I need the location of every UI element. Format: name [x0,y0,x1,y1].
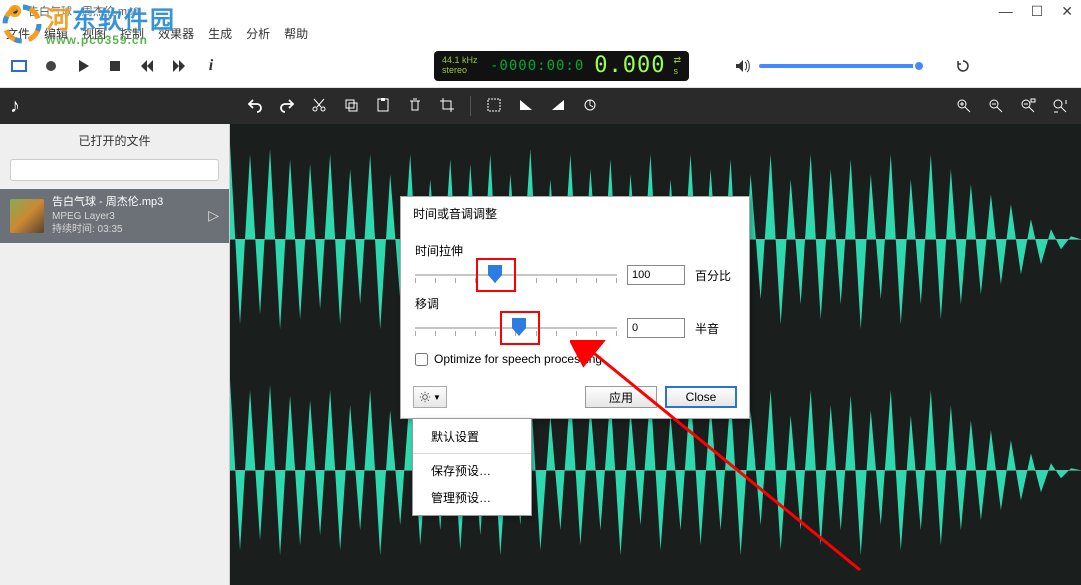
time-stretch-slider[interactable] [415,274,617,276]
record-icon[interactable] [42,57,60,75]
track-thumbnail [10,199,44,233]
track-item[interactable]: 告白气球 - 周杰伦.mp3 MPEG Layer3 持续时间: 03:35 ▷ [0,189,229,243]
menu-bar: 文件 编辑 视图 控制 效果器 生成 分析 帮助 [0,22,1081,44]
sidebar-header: 已打开的文件 [0,124,229,155]
fade-in-icon[interactable] [517,96,535,114]
cut-icon[interactable] [310,96,328,114]
menu-view[interactable]: 视图 [82,25,106,42]
minimize-button[interactable]: — [999,3,1013,20]
time-unit-icon: ⇄s [674,55,682,76]
window-controls: — ☐ ✕ [999,3,1073,20]
optimize-checkbox[interactable] [415,353,428,366]
note-icon: ♪ [10,95,20,118]
title-bar: 告白气球 - 周杰伦.mp3 — ☐ ✕ [0,0,1081,22]
redo-icon[interactable] [278,96,296,114]
stop-icon[interactable] [106,57,124,75]
time-stretch-unit: 百分比 [695,267,735,284]
zoom-out-icon[interactable] [987,97,1005,115]
time-stretch-label: 时间拉伸 [415,242,735,259]
zoom-fit-icon[interactable] [1019,97,1037,115]
zoom-in-icon[interactable] [955,97,973,115]
maximize-button[interactable]: ☐ [1031,3,1044,20]
pitch-label: 移调 [415,295,735,312]
close-window-button[interactable]: ✕ [1061,3,1073,20]
track-info: 告白气球 - 周杰伦.mp3 MPEG Layer3 持续时间: 03:35 [52,195,163,237]
menu-effects[interactable]: 效果器 [158,25,194,42]
time-pitch-dialog: 时间或音调调整 时间拉伸 百分比 移调 半音 [400,196,750,419]
menu-generate[interactable]: 生成 [208,25,232,42]
track-title: 告白气球 - 周杰伦.mp3 [52,195,163,210]
info-icon[interactable]: i [202,57,220,75]
menu-edit[interactable]: 编辑 [44,25,68,42]
menu-file[interactable]: 文件 [6,25,30,42]
select-all-icon[interactable] [485,96,503,114]
close-button[interactable]: Close [665,386,737,408]
normalize-icon[interactable] [581,96,599,114]
menu-control[interactable]: 控制 [120,25,144,42]
zoom-sel-icon[interactable] [1051,97,1069,115]
speaker-icon[interactable] [733,57,751,75]
loop-icon[interactable] [10,57,28,75]
pitch-slider[interactable] [415,327,617,329]
time-stretch-input[interactable] [627,265,685,285]
copy-icon[interactable] [342,96,360,114]
menu-analyze[interactable]: 分析 [246,25,270,42]
preset-gear-button[interactable]: ▼ [413,386,447,408]
time-big: 0.000 [594,53,665,78]
pitch-input[interactable] [627,318,685,338]
preset-save[interactable]: 保存预设… [413,457,531,484]
history-icon[interactable] [953,57,973,75]
delete-icon[interactable] [406,96,424,114]
track-duration: 持续时间: 03:35 [52,223,163,237]
time-small: -0000:00:0 [490,58,584,74]
preset-dropdown: 默认设置 保存预设… 管理预设… [412,418,532,516]
play-icon[interactable] [74,57,92,75]
crop-icon[interactable] [438,96,456,114]
search-box[interactable] [10,159,219,181]
fade-out-icon[interactable] [549,96,567,114]
pitch-unit: 半音 [695,320,735,337]
track-codec: MPEG Layer3 [52,210,163,224]
transport-toolbar: i 44.1 kHz stereo -0000:00:0 0.000 ⇄s [0,44,1081,88]
sidebar: 已打开的文件 告白气球 - 周杰伦.mp3 MPEG Layer3 持续时间: … [0,124,230,585]
apply-button[interactable]: 应用 [585,386,657,408]
chevron-down-icon: ▼ [433,393,441,402]
optimize-label: Optimize for speech processing [434,352,602,366]
paste-icon[interactable] [374,96,392,114]
edit-toolbar: ♪ [0,88,1081,124]
channels-label: stereo [442,66,486,76]
menu-help[interactable]: 帮助 [284,25,308,42]
time-display: 44.1 kHz stereo -0000:00:0 0.000 ⇄s [434,51,689,81]
gear-icon [419,391,431,403]
preset-default[interactable]: 默认设置 [413,423,531,450]
dialog-title: 时间或音调调整 [401,197,749,228]
rewind-icon[interactable] [138,57,156,75]
search-input[interactable] [11,160,218,180]
undo-icon[interactable] [246,96,264,114]
separator [470,96,471,116]
preset-manage[interactable]: 管理预设… [413,484,531,511]
window-title: 告白气球 - 周杰伦.mp3 [28,3,139,19]
volume-slider[interactable] [759,64,919,68]
volume-control [733,57,919,75]
forward-icon[interactable] [170,57,188,75]
app-icon [8,4,22,18]
track-play-icon[interactable]: ▷ [208,207,219,224]
